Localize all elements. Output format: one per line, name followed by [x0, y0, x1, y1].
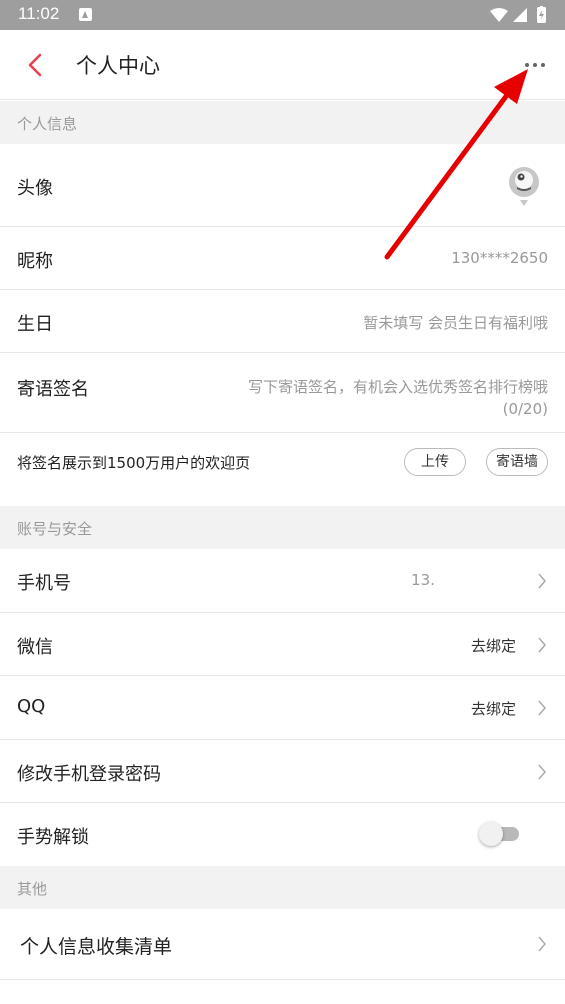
signal-battery-icon: [490, 6, 546, 23]
row-divider: [0, 979, 565, 980]
birthday-label: 生日: [17, 314, 53, 335]
chevron-right-icon: [538, 573, 546, 589]
qq-row[interactable]: QQ 去绑定: [0, 676, 565, 740]
avatar-label: 头像: [17, 178, 53, 199]
status-bar: 11:02: [0, 0, 565, 30]
qq-label: QQ: [17, 696, 46, 717]
upload-button[interactable]: 上传: [404, 448, 466, 476]
gesture-unlock-row: 手势解锁: [0, 803, 565, 866]
more-dots-icon[interactable]: [521, 55, 549, 75]
notification-icon: [79, 8, 92, 21]
section-header-personal: 个人信息: [0, 101, 565, 144]
nickname-row[interactable]: 昵称 130****2650: [0, 227, 565, 290]
avatar-row[interactable]: 头像: [0, 144, 565, 227]
info-collection-row[interactable]: 个人信息收集清单: [0, 909, 565, 980]
toggle-knob: [479, 822, 503, 846]
gesture-unlock-toggle[interactable]: [479, 822, 519, 846]
phone-row[interactable]: 手机号 13.: [0, 549, 565, 613]
signature-showcase-row: 将签名展示到1500万用户的欢迎页 上传 寄语墙: [0, 433, 565, 506]
change-password-label: 修改手机登录密码: [17, 764, 161, 785]
phone-value: 13.: [411, 571, 435, 589]
signature-label: 寄语签名: [17, 379, 89, 400]
message-wall-button[interactable]: 寄语墙: [486, 448, 548, 476]
section-header-other: 其他: [0, 866, 565, 909]
back-chevron-icon[interactable]: [22, 50, 50, 80]
section-header-account: 账号与安全: [0, 506, 565, 549]
signature-row[interactable]: 寄语签名 写下寄语签名，有机会入选优秀签名排行榜哦 (0/20): [0, 353, 565, 433]
info-collection-label: 个人信息收集清单: [20, 936, 173, 958]
gesture-unlock-label: 手势解锁: [17, 827, 89, 848]
qq-bind-value: 去绑定: [470, 700, 516, 718]
section-title-other: 其他: [17, 880, 48, 898]
wechat-row[interactable]: 微信 去绑定: [0, 613, 565, 676]
signature-placeholder[interactable]: 写下寄语签名，有机会入选优秀签名排行榜哦: [248, 376, 548, 397]
default-avatar-icon[interactable]: [507, 166, 541, 208]
phone-label: 手机号: [17, 573, 71, 594]
chevron-right-icon: [538, 764, 546, 780]
top-app-bar: 个人中心: [0, 30, 565, 100]
wechat-bind-value: 去绑定: [470, 637, 516, 655]
status-time: 11:02: [18, 4, 60, 23]
chevron-right-icon: [538, 637, 546, 653]
page-title: 个人中心: [76, 54, 160, 78]
wechat-label: 微信: [17, 637, 53, 658]
signature-counter: (0/20): [502, 400, 548, 418]
status-icons: [489, 6, 549, 24]
section-title-account: 账号与安全: [17, 520, 93, 538]
section-title-personal: 个人信息: [17, 115, 78, 133]
showcase-text: 将签名展示到1500万用户的欢迎页: [17, 454, 251, 472]
chevron-right-icon: [538, 936, 546, 952]
nickname-label: 昵称: [17, 251, 53, 272]
chevron-right-icon: [538, 700, 546, 716]
change-password-row[interactable]: 修改手机登录密码: [0, 740, 565, 803]
birthday-row[interactable]: 生日 暂未填写 会员生日有福利哦: [0, 290, 565, 353]
nickname-value: 130****2650: [451, 249, 548, 267]
birthday-value: 暂未填写 会员生日有福利哦: [363, 314, 548, 332]
